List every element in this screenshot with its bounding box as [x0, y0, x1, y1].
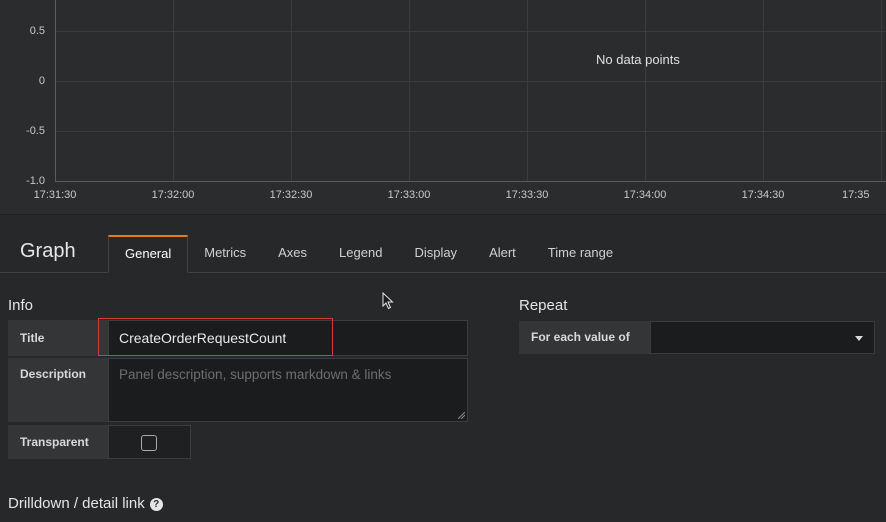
mouse-pointer-icon: [382, 292, 394, 310]
y-axis-line: [55, 0, 56, 182]
plot-area: [55, 0, 886, 182]
tab-metrics[interactable]: Metrics: [188, 235, 262, 271]
caret-down-icon: [855, 336, 863, 341]
editor-tabs: General Metrics Axes Legend Display Aler…: [108, 235, 629, 273]
tab-general[interactable]: General: [108, 235, 189, 273]
grid-line: [55, 131, 886, 132]
grid-line: [55, 31, 886, 32]
drilldown-heading-text: Drilldown / detail link: [8, 495, 145, 512]
x-tick-label: 17:31:30: [33, 189, 77, 201]
no-data-message: No data points: [596, 52, 680, 67]
title-highlight-box: [98, 318, 333, 356]
x-tick-label: 17:33:00: [387, 189, 431, 201]
repeat-variable-select[interactable]: [650, 321, 875, 354]
transparent-label: Transparent: [8, 425, 108, 459]
for-each-label: For each value of: [519, 321, 650, 354]
tab-legend[interactable]: Legend: [323, 235, 398, 271]
description-label: Description: [8, 358, 108, 422]
question-circle-icon[interactable]: ?: [149, 498, 163, 511]
tab-time-range[interactable]: Time range: [532, 235, 629, 271]
grid-line: [763, 0, 764, 182]
y-tick-label: -0.5: [26, 125, 45, 137]
x-axis-line: [55, 181, 886, 182]
x-tick-label: 17:34:30: [741, 189, 785, 201]
grid-line: [527, 0, 528, 182]
x-tick-label: 17:32:00: [151, 189, 195, 201]
tab-axes[interactable]: Axes: [262, 235, 323, 271]
grid-line: [55, 81, 886, 82]
tab-alert[interactable]: Alert: [473, 235, 532, 271]
y-tick-label: 0: [38, 75, 45, 87]
grid-line: [291, 0, 292, 182]
panel-editor-header: Graph General Metrics Axes Legend Displa…: [0, 230, 886, 273]
y-tick-label: 0.5: [29, 25, 45, 37]
x-tick-label: 17:32:30: [269, 189, 313, 201]
transparent-checkbox[interactable]: [141, 435, 157, 451]
description-textarea[interactable]: Panel description, supports markdown & l…: [108, 358, 468, 422]
grid-line: [409, 0, 410, 182]
x-tick-label: 17:35: [842, 189, 870, 201]
grid-line: [881, 0, 882, 182]
graph-preview: 0.5 0 -0.5 -1.0 17:31:30 17:32:00 17:32:…: [0, 0, 886, 215]
drilldown-heading: Drilldown / detail link?: [8, 495, 163, 512]
x-tick-label: 17:33:30: [505, 189, 549, 201]
tab-display[interactable]: Display: [398, 235, 473, 271]
info-heading: Info: [8, 297, 34, 314]
panel-type-title: Graph: [20, 240, 76, 262]
description-placeholder: Panel description, supports markdown & l…: [119, 367, 392, 382]
title-label: Title: [8, 320, 108, 356]
grid-line: [645, 0, 646, 182]
x-tick-label: 17:34:00: [623, 189, 667, 201]
y-tick-label: -1.0: [26, 175, 45, 187]
resize-handle-icon[interactable]: [458, 412, 465, 419]
repeat-heading: Repeat: [519, 297, 568, 314]
grid-line: [173, 0, 174, 182]
transparent-checkbox-container[interactable]: [108, 425, 191, 459]
